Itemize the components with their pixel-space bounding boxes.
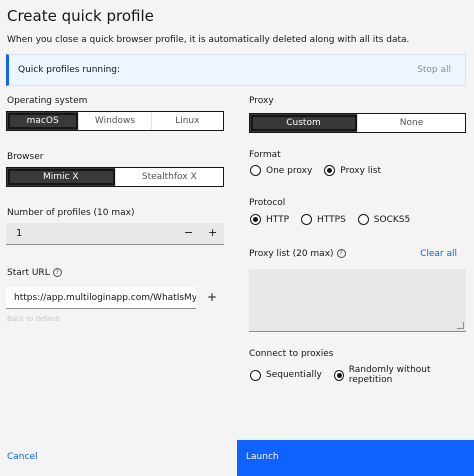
resize-grip-icon[interactable] (457, 322, 464, 329)
radio-label: Sequentially (266, 370, 322, 380)
format-label: Format (249, 150, 281, 160)
radio-circle (357, 214, 369, 225)
dialog-subtitle: When you close a quick browser profile, … (7, 35, 410, 45)
radio-label: HTTPS (317, 214, 346, 225)
radio-label: Proxy list (340, 165, 382, 176)
launch-button[interactable]: Launch (237, 440, 474, 476)
os-option-linux[interactable]: Linux (152, 112, 223, 130)
protocol-https-radio[interactable]: HTTPS (301, 214, 346, 225)
help-icon[interactable]: ? (52, 268, 62, 277)
cancel-label: Cancel (7, 452, 38, 462)
proxy-option-none[interactable]: None (358, 114, 465, 132)
os-label: Operating system (7, 96, 88, 106)
radio-circle (301, 214, 313, 225)
radio-label: One proxy (266, 165, 313, 176)
radio-circle (250, 165, 261, 176)
connect-sequential-radio[interactable]: Sequentially (250, 369, 322, 381)
radio-label: HTTP (266, 214, 290, 225)
proxy-list-textarea[interactable] (249, 269, 466, 332)
browser-selector: Mimic X Stealthfox X (6, 167, 224, 187)
radio-circle (250, 369, 261, 381)
cancel-button[interactable]: Cancel (0, 440, 237, 476)
start-url-input[interactable]: https://app.multiloginapp.com/WhatIsMyIF (6, 287, 196, 309)
os-selector: macOS Windows Linux (6, 111, 224, 131)
profiles-label: Number of profiles (10 max) (7, 208, 135, 218)
proxy-label: Proxy (249, 96, 274, 106)
increment-button[interactable]: + (208, 226, 217, 239)
protocol-label: Protocol (249, 198, 286, 208)
clear-all-button[interactable]: Clear all (420, 249, 457, 259)
proxy-list-label: Proxy list (20 max)? (249, 249, 346, 259)
profiles-stepper: 1 − + (6, 223, 224, 245)
banner-text: Quick profiles running: (18, 65, 121, 75)
running-profiles-banner: Quick profiles running: Stop all (6, 54, 466, 86)
dialog-footer: Cancel Launch (0, 440, 474, 476)
stop-all-button[interactable]: Stop all (417, 65, 451, 75)
profiles-count[interactable]: 1 (16, 228, 22, 239)
protocol-socks5-radio[interactable]: SOCKS5 (357, 214, 411, 225)
format-proxy-list-radio[interactable]: Proxy list (324, 165, 381, 176)
browser-option-mimic[interactable]: Mimic X (7, 168, 116, 186)
proxy-option-custom[interactable]: Custom (250, 114, 358, 132)
launch-label: Launch (246, 452, 279, 462)
start-url-label-text: Start URL (7, 268, 50, 278)
os-option-macos[interactable]: macOS (7, 112, 80, 130)
browser-label: Browser (7, 152, 44, 162)
radio-label: Randomly without repetition (348, 365, 431, 385)
protocol-http-radio[interactable]: HTTP (250, 214, 289, 225)
radio-circle-selected (333, 369, 344, 381)
protocol-radio-group: HTTP HTTPS SOCKS5 (250, 214, 422, 225)
connect-radio-group: Sequentially Randomly without repetition (250, 365, 474, 385)
connect-random-radio[interactable]: Randomly without repetition (333, 365, 462, 385)
connect-label: Connect to proxies (249, 349, 334, 359)
radio-label: SOCKS5 (373, 214, 411, 225)
add-url-button[interactable]: + (207, 290, 217, 304)
proxy-list-label-text: Proxy list (20 max) (249, 249, 334, 259)
start-url-label: Start URL? (7, 268, 62, 278)
format-radio-group: One proxy Proxy list (250, 165, 393, 176)
back-to-default-link[interactable]: Back to default (7, 315, 60, 323)
browser-option-stealthfox[interactable]: Stealthfox X (116, 168, 224, 186)
format-one-proxy-radio[interactable]: One proxy (250, 165, 312, 176)
proxy-selector: Custom None (249, 113, 466, 133)
decrement-button[interactable]: − (184, 226, 193, 239)
dialog-title: Create quick profile (7, 7, 154, 25)
radio-circle-selected (250, 214, 261, 225)
radio-circle-selected (324, 165, 336, 176)
help-icon[interactable]: ? (336, 249, 346, 258)
os-option-windows[interactable]: Windows (79, 112, 152, 130)
